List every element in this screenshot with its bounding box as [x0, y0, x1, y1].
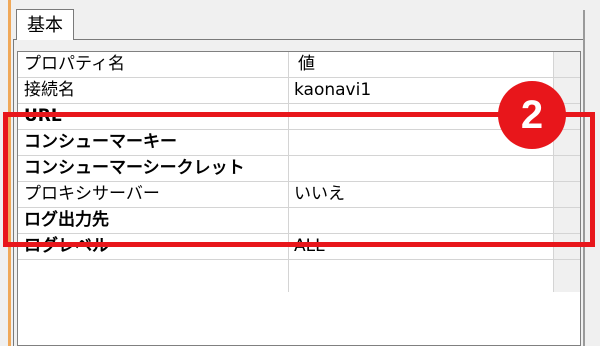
properties-window: 基本 プロパティ名 値 接続名 kaonavi1 URL コンシューマーキー コ… [0, 0, 600, 346]
step-badge: 2 [498, 81, 566, 149]
property-row-connection-name[interactable]: 接続名 kaonavi1 [18, 78, 580, 104]
header-value: 値 [298, 54, 315, 74]
tab-basic[interactable]: 基本 [16, 9, 74, 40]
grid-header-row: プロパティ名 値 [18, 52, 580, 78]
header-property-name: プロパティ名 [24, 54, 125, 74]
property-name: 接続名 [24, 80, 75, 100]
